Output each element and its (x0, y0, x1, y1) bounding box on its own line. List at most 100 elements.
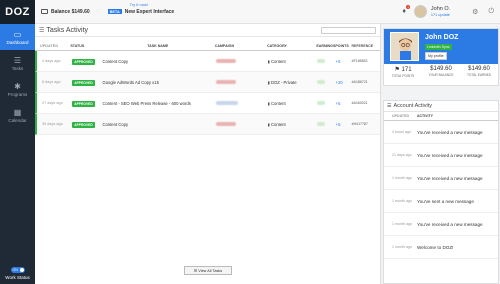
activity-message: You've received a new message (417, 175, 483, 181)
activity-message: You've sent a new message (417, 198, 474, 204)
try-now-link[interactable]: Try it now! (130, 2, 148, 7)
row-task-name[interactable]: Google AdWords Ad Copy x15 (102, 80, 215, 85)
sidebar-item-label: Programs (7, 91, 28, 97)
activity-row[interactable]: 1 month ago You've received a new messag… (384, 213, 498, 236)
monitor-icon: ▭ (13, 29, 22, 39)
profile-name: John DOZ (425, 34, 459, 41)
col-updated[interactable]: UPDATED (35, 44, 70, 48)
stat-value: $149.60 (430, 66, 452, 72)
profile-avatar[interactable] (390, 32, 419, 61)
user-menu[interactable]: John O. 171 update (431, 6, 450, 18)
tasks-title-text: Tasks Activity (46, 26, 89, 34)
stat-value: 171 (401, 67, 412, 73)
table-row[interactable]: 4 days ago APPROVED Content Copy ▮Conten… (35, 51, 380, 72)
row-category: Content (270, 58, 286, 64)
col-status[interactable]: STATUS (70, 44, 100, 48)
row-points: +20 (335, 79, 343, 85)
work-status: ON Work Status (0, 267, 35, 280)
row-reference[interactable]: #A186721 (352, 80, 380, 84)
status-badge: APPROVED (72, 100, 95, 107)
sidebar-item-dashboard[interactable]: ▭ Dashboard (0, 24, 35, 50)
activity-row[interactable]: 4 hours ago You've received a new messag… (384, 121, 498, 144)
stat-label: TOTAL POINTS (391, 74, 415, 78)
balance-text: Balance $149.60 (51, 8, 90, 15)
notification-count: 1 (406, 5, 410, 9)
stat-label: YOUR BALANCE (428, 73, 454, 77)
settings-gear-icon[interactable]: ⚙ (472, 8, 478, 16)
col-task-name[interactable]: TASK NAME (101, 44, 215, 48)
right-column: John DOZ LinkedIn Sync My profile ⚑ 171 … (380, 24, 500, 284)
gear-icon: ✱ (14, 81, 21, 91)
profile-header: John DOZ LinkedIn Sync My profile (384, 29, 498, 64)
col-earnings[interactable]: EARNINGS (316, 44, 335, 48)
linkedin-sync-button[interactable]: LinkedIn Sync (425, 44, 452, 50)
activity-time: 1 month ago (392, 222, 412, 226)
folder-icon: ▮ (267, 121, 270, 127)
col-updated: UPDATED (392, 114, 410, 118)
table-row[interactable]: 6 days ago APPROVED Google AdWords Ad Co… (35, 72, 380, 93)
status-badge: APPROVED (72, 79, 95, 86)
activity-row[interactable]: 1 month ago Welcome to DOZ! (384, 236, 498, 259)
row-task-name[interactable]: Content Copy (102, 59, 215, 64)
campaign-blurred (215, 58, 236, 63)
tasks-header: ☰ Tasks Activity (35, 24, 380, 37)
wallet-icon (41, 9, 48, 14)
user-update[interactable]: 171 update (431, 12, 450, 18)
balance: Balance $149.60 (41, 9, 90, 15)
table-row[interactable]: 39 days ago APPROVED Content Copy ▮Conte… (35, 114, 380, 135)
tasks-title: ☰ Tasks Activity (39, 27, 88, 34)
activity-message: You've received a new message (417, 152, 483, 158)
col-points[interactable]: POINTS (335, 44, 351, 48)
col-campaign[interactable]: CAMPAIGN (215, 44, 267, 48)
stat-label: TOTAL EARNED (466, 73, 492, 77)
notification-bell-icon[interactable]: ♦ 1 (402, 5, 410, 15)
account-activity-panel: ☰ Account Activity UPDATED ACTIVITY 4 ho… (383, 100, 499, 284)
calendar-icon: ▦ (13, 107, 22, 117)
sidebar-item-label: Dashboard (6, 39, 29, 45)
activity-message: You've received a new message (417, 221, 483, 227)
folder-icon: ▮ (267, 58, 270, 64)
status-badge: APPROVED (72, 121, 95, 128)
activity-message: You've received a new message (417, 129, 483, 135)
earnings-blurred (316, 79, 325, 84)
activity-time: 1 month ago (392, 176, 412, 180)
avatar-illustration (391, 33, 418, 60)
avatar[interactable] (413, 5, 427, 18)
status-badge: APPROVED (72, 58, 95, 65)
row-task-name[interactable]: Content - SEO Web Press Release - 600 wo… (102, 101, 215, 106)
row-task-name[interactable]: Content Copy (102, 122, 215, 127)
view-all-tasks-button[interactable]: ☰ View All Tasks (184, 266, 232, 275)
row-reference[interactable]: #H417787 (352, 122, 380, 126)
activity-time: 1 month ago (392, 199, 412, 203)
power-icon[interactable]: ⏻ (488, 8, 494, 16)
tasks-panel: ☰ Tasks Activity UPDATED STATUS TASK NAM… (35, 24, 380, 284)
activity-row[interactable]: 1 month ago You've sent a new message (384, 190, 498, 213)
activity-row[interactable]: 1 month ago You've received a new messag… (384, 167, 498, 190)
row-category: Content (270, 100, 286, 106)
stat-total-earned: $149.60 TOTAL EARNED (460, 64, 498, 86)
folder-icon: ▮ (267, 100, 270, 106)
table-row[interactable]: 27 days ago APPROVED Content - SEO Web P… (35, 93, 380, 114)
stat-value: $149.60 (468, 66, 490, 72)
sidebar-item-tasks[interactable]: ☰ Tasks (0, 50, 35, 76)
col-reference[interactable]: REFERENCE (352, 44, 380, 48)
row-reference[interactable]: #A160021 (352, 101, 380, 105)
row-points: +5 (335, 58, 341, 64)
col-activity: ACTIVITY (417, 114, 433, 118)
activity-time: 4 hours ago (392, 130, 411, 134)
sidebar-item-programs[interactable]: ✱ Programs (0, 76, 35, 102)
row-category: DOZ - Private (270, 79, 297, 85)
row-reference[interactable]: #F165833 (352, 59, 380, 63)
search-input[interactable] (321, 26, 376, 34)
earnings-blurred (316, 121, 325, 126)
activity-row[interactable]: 21 days ago You've received a new messag… (384, 144, 498, 167)
my-profile-button[interactable]: My profile (425, 52, 447, 60)
beta-promo[interactable]: Try it now! BETA New Expert Interface (107, 2, 174, 15)
col-category[interactable]: CATEGORY (267, 44, 316, 48)
beta-text[interactable]: New Expert Interface (125, 9, 174, 15)
stat-total-points: ⚑ 171 TOTAL POINTS (384, 64, 422, 86)
row-updated: 6 days ago (42, 80, 61, 84)
work-status-toggle[interactable]: ON (10, 267, 25, 273)
sidebar-item-calendar[interactable]: ▦ Calendar (0, 102, 35, 128)
brand-logo[interactable]: DOZ (0, 0, 35, 24)
